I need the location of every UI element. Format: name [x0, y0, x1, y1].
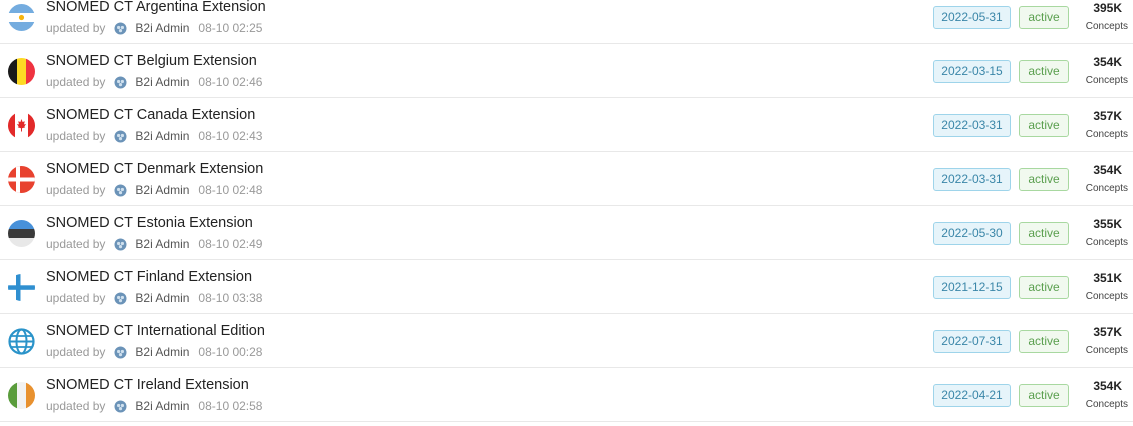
- concept-count-label: Concepts: [1085, 399, 1128, 410]
- list-item-meta: updated by B2i Admin 08-10 02:58: [46, 399, 262, 413]
- version-date-badge[interactable]: 2022-05-30: [933, 222, 1011, 245]
- list-item-title[interactable]: SNOMED CT Belgium Extension: [46, 53, 257, 69]
- updated-time: 08-10 02:58: [198, 399, 263, 413]
- list-item[interactable]: SNOMED CT Estonia Extension updated by B…: [0, 206, 1133, 260]
- user-avatar-icon: [114, 346, 127, 359]
- updated-time: 08-10 03:38: [198, 291, 263, 305]
- updated-time: 08-10 02:46: [198, 75, 263, 89]
- status-badge: active: [1019, 60, 1069, 83]
- updated-by-label: updated by: [46, 345, 106, 359]
- author-name[interactable]: B2i Admin: [135, 183, 189, 197]
- list-item-meta: updated by B2i Admin 08-10 02:46: [46, 75, 262, 89]
- ireland-flag-icon: [8, 382, 35, 409]
- list-item-meta: updated by B2i Admin 08-10 02:48: [46, 183, 262, 197]
- user-avatar-icon: [114, 76, 127, 89]
- user-avatar-icon: [114, 184, 127, 197]
- concept-count: 354K: [1093, 55, 1122, 69]
- globe-icon: [8, 328, 35, 355]
- updated-by-label: updated by: [46, 21, 106, 35]
- list-item-meta: updated by B2i Admin 08-10 02:43: [46, 129, 262, 143]
- updated-time: 08-10 02:25: [198, 21, 263, 35]
- list-item-title[interactable]: SNOMED CT Finland Extension: [46, 269, 252, 285]
- concept-count-label: Concepts: [1085, 21, 1128, 32]
- list-item[interactable]: SNOMED CT Denmark Extension updated by B…: [0, 152, 1133, 206]
- author-name[interactable]: B2i Admin: [135, 399, 189, 413]
- user-avatar-icon: [114, 22, 127, 35]
- list-item-meta: updated by B2i Admin 08-10 02:49: [46, 237, 262, 251]
- concept-count: 395K: [1093, 1, 1122, 15]
- updated-time: 08-10 00:28: [198, 345, 263, 359]
- user-avatar-icon: [114, 292, 127, 305]
- concept-count: 354K: [1093, 163, 1122, 177]
- list-item-title[interactable]: SNOMED CT Ireland Extension: [46, 377, 249, 393]
- author-name[interactable]: B2i Admin: [135, 21, 189, 35]
- updated-by-label: updated by: [46, 237, 106, 251]
- estonia-flag-icon: [8, 220, 35, 247]
- finland-flag-icon: [8, 274, 35, 301]
- updated-time: 08-10 02:48: [198, 183, 263, 197]
- concept-count-label: Concepts: [1085, 291, 1128, 302]
- concept-count-label: Concepts: [1085, 237, 1128, 248]
- list-item[interactable]: SNOMED CT Canada Extension updated by B2…: [0, 98, 1133, 152]
- status-badge: active: [1019, 114, 1069, 137]
- version-date-badge[interactable]: 2022-05-31: [933, 6, 1011, 29]
- list-item[interactable]: SNOMED CT Finland Extension updated by B…: [0, 260, 1133, 314]
- concept-count: 351K: [1093, 271, 1122, 285]
- status-badge: active: [1019, 168, 1069, 191]
- list-item[interactable]: SNOMED CT Ireland Extension updated by B…: [0, 368, 1133, 422]
- concept-count: 354K: [1093, 379, 1122, 393]
- updated-by-label: updated by: [46, 291, 106, 305]
- concept-count-label: Concepts: [1085, 75, 1128, 86]
- list-item-meta: updated by B2i Admin 08-10 03:38: [46, 291, 262, 305]
- updated-by-label: updated by: [46, 75, 106, 89]
- concept-count-label: Concepts: [1085, 183, 1128, 194]
- user-avatar-icon: [114, 130, 127, 143]
- version-date-badge[interactable]: 2022-03-31: [933, 168, 1011, 191]
- author-name[interactable]: B2i Admin: [135, 291, 189, 305]
- concept-count-label: Concepts: [1085, 129, 1128, 140]
- denmark-flag-icon: [8, 166, 35, 193]
- list-item-title[interactable]: SNOMED CT Estonia Extension: [46, 215, 253, 231]
- updated-by-label: updated by: [46, 129, 106, 143]
- list-item-title[interactable]: SNOMED CT Canada Extension: [46, 107, 255, 123]
- list-item-title[interactable]: SNOMED CT Denmark Extension: [46, 161, 263, 177]
- list-item-meta: updated by B2i Admin 08-10 00:28: [46, 345, 262, 359]
- list-item-title[interactable]: SNOMED CT Argentina Extension: [46, 0, 266, 15]
- status-badge: active: [1019, 222, 1069, 245]
- list-item[interactable]: SNOMED CT International Edition updated …: [0, 314, 1133, 368]
- updated-by-label: updated by: [46, 183, 106, 197]
- user-avatar-icon: [114, 400, 127, 413]
- canada-flag-icon: [8, 112, 35, 139]
- concept-count: 357K: [1093, 109, 1122, 123]
- user-avatar-icon: [114, 238, 127, 251]
- concept-count: 357K: [1093, 325, 1122, 339]
- list-item-meta: updated by B2i Admin 08-10 02:25: [46, 21, 262, 35]
- version-date-badge[interactable]: 2022-07-31: [933, 330, 1011, 353]
- status-badge: active: [1019, 6, 1069, 29]
- updated-time: 08-10 02:43: [198, 129, 263, 143]
- status-badge: active: [1019, 384, 1069, 407]
- author-name[interactable]: B2i Admin: [135, 345, 189, 359]
- list-item[interactable]: SNOMED CT Belgium Extension updated by B…: [0, 44, 1133, 98]
- author-name[interactable]: B2i Admin: [135, 75, 189, 89]
- argentina-flag-icon: [8, 4, 35, 31]
- version-date-badge[interactable]: 2022-03-15: [933, 60, 1011, 83]
- updated-time: 08-10 02:49: [198, 237, 263, 251]
- author-name[interactable]: B2i Admin: [135, 237, 189, 251]
- status-badge: active: [1019, 330, 1069, 353]
- status-badge: active: [1019, 276, 1069, 299]
- concept-count: 355K: [1093, 217, 1122, 231]
- belgium-flag-icon: [8, 58, 35, 85]
- author-name[interactable]: B2i Admin: [135, 129, 189, 143]
- code-system-list: SNOMED CT Argentina Extension updated by…: [0, 0, 1133, 422]
- list-item-title[interactable]: SNOMED CT International Edition: [46, 323, 265, 339]
- version-date-badge[interactable]: 2022-04-21: [933, 384, 1011, 407]
- updated-by-label: updated by: [46, 399, 106, 413]
- version-date-badge[interactable]: 2021-12-15: [933, 276, 1011, 299]
- version-date-badge[interactable]: 2022-03-31: [933, 114, 1011, 137]
- list-item[interactable]: SNOMED CT Argentina Extension updated by…: [0, 0, 1133, 44]
- concept-count-label: Concepts: [1085, 345, 1128, 356]
